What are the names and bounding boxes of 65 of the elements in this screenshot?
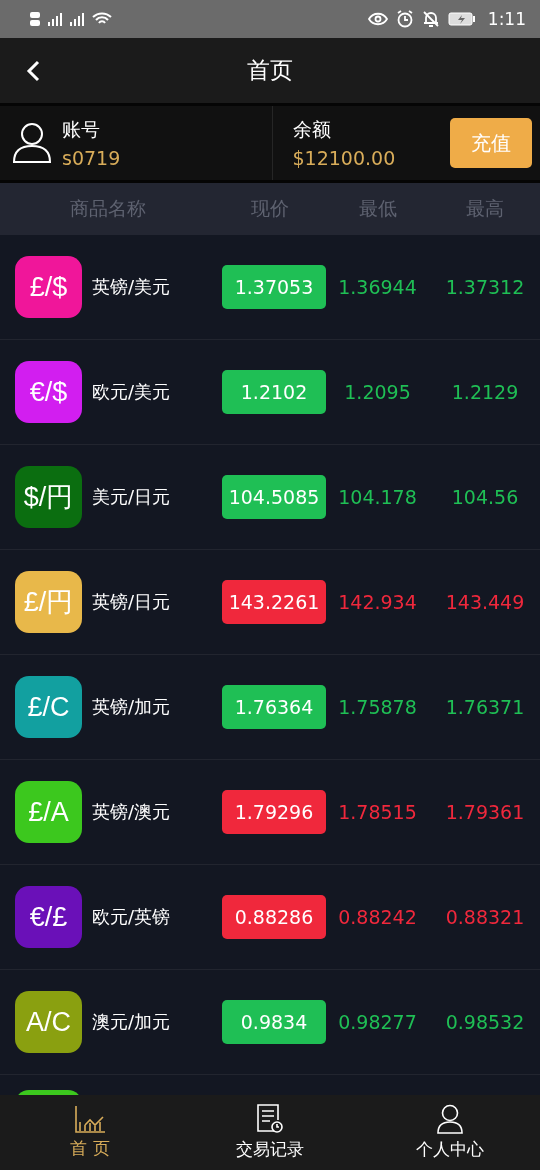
pair-name: 欧元/美元 xyxy=(92,380,171,404)
column-header: 现价 xyxy=(250,196,290,221)
low-price: 142.934 xyxy=(337,591,418,613)
pair-name: 英镑/美元 xyxy=(92,275,171,299)
chevron-left-icon xyxy=(26,60,40,82)
high-price: 1.37312 xyxy=(444,276,526,298)
chart-icon xyxy=(74,1105,106,1133)
pair-name: 美元/日元 xyxy=(92,485,171,509)
low-price: 1.78515 xyxy=(337,801,418,823)
price-tag: 1.76364 xyxy=(222,685,326,729)
currency-pair-icon: £/円 xyxy=(15,571,82,633)
price-tag: 104.5085 xyxy=(222,475,326,519)
high-price: 0.98532 xyxy=(444,1011,526,1033)
nav-tab[interactable]: 首 页 xyxy=(0,1095,180,1170)
column-header: 最高 xyxy=(465,196,505,221)
bell-off-icon xyxy=(421,10,440,28)
price-tag: 1.79296 xyxy=(222,790,326,834)
signal-icon xyxy=(48,12,62,26)
pair-name: 欧元/英镑 xyxy=(92,905,171,929)
person-icon xyxy=(436,1104,464,1134)
currency-pair-icon: £/A xyxy=(15,781,82,843)
balance-amount: $12100.00 xyxy=(292,147,397,169)
eye-icon xyxy=(367,12,388,26)
alarm-icon xyxy=(395,10,414,28)
currency-pair-icon: $/円 xyxy=(15,466,82,528)
low-price: 1.2095 xyxy=(343,381,412,403)
low-price: 0.88242 xyxy=(337,906,418,928)
page-title: 首页 xyxy=(247,56,293,85)
pair-name: 英镑/澳元 xyxy=(92,800,171,824)
person-icon xyxy=(12,122,52,164)
column-header: 最低 xyxy=(357,196,398,221)
currency-pair-icon: £/C xyxy=(15,676,82,738)
nav-tab[interactable]: 个人中心 xyxy=(360,1095,540,1170)
currency-pair-icon: €/$ xyxy=(15,361,82,423)
pair-name: 澳元/加元 xyxy=(92,1010,171,1034)
sim-card-icon xyxy=(30,12,40,26)
clock-time: 1:11 xyxy=(487,9,526,29)
high-price: 1.2129 xyxy=(450,381,520,403)
price-tag: 1.37053 xyxy=(222,265,326,309)
signal-icon xyxy=(70,12,84,26)
balance-label: 余额 xyxy=(292,117,332,142)
document-clock-icon xyxy=(256,1104,284,1134)
nav-tab[interactable]: 交易记录 xyxy=(180,1095,360,1170)
currency-pair-icon: €/£ xyxy=(15,886,82,948)
battery-icon xyxy=(447,12,476,26)
high-price: 0.88321 xyxy=(444,906,526,928)
currency-pair-icon: £/$ xyxy=(15,256,82,318)
high-price: 143.449 xyxy=(444,591,526,613)
column-header: 商品名称 xyxy=(68,196,147,221)
price-tag: 0.88286 xyxy=(222,895,326,939)
low-price: 1.36944 xyxy=(337,276,418,298)
account-label: 账号 xyxy=(62,117,101,142)
high-price: 1.79361 xyxy=(444,801,526,823)
low-price: 1.75878 xyxy=(337,696,418,718)
price-tag: 0.9834 xyxy=(222,1000,326,1044)
low-price: 104.178 xyxy=(337,486,418,508)
price-tag: 143.2261 xyxy=(222,580,326,624)
pair-name: 英镑/日元 xyxy=(92,590,171,614)
high-price: 104.56 xyxy=(450,486,520,508)
high-price: 1.76371 xyxy=(444,696,526,718)
price-tag: 1.2102 xyxy=(222,370,326,414)
currency-pair-icon: A/C xyxy=(15,991,82,1053)
account-number: s0719 xyxy=(62,147,122,169)
pair-name: 英镑/加元 xyxy=(92,695,171,719)
low-price: 0.98277 xyxy=(337,1011,418,1033)
